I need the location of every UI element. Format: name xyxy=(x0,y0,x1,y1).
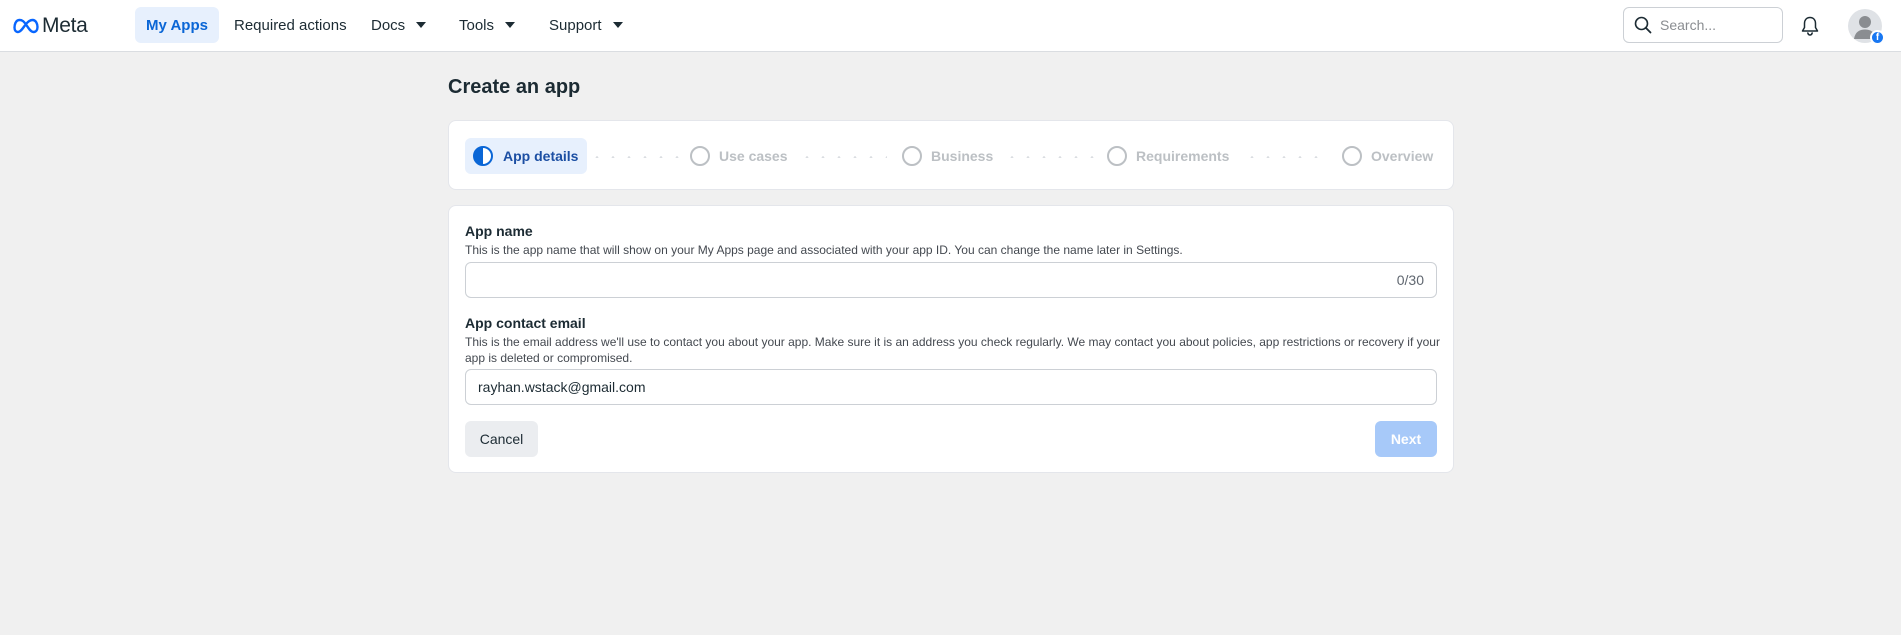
facebook-badge-icon: f xyxy=(1870,30,1885,45)
search-input[interactable] xyxy=(1660,17,1770,33)
nav-label: My Apps xyxy=(146,16,208,34)
app-email-field[interactable] xyxy=(465,369,1437,405)
nav-label: Required actions xyxy=(234,16,347,34)
step-label: Requirements xyxy=(1136,148,1230,164)
step-label: App details xyxy=(503,148,579,164)
empty-circle-icon xyxy=(1107,146,1127,166)
step-label: Business xyxy=(931,148,994,164)
step-overview: Overview xyxy=(1342,138,1433,174)
step-connector xyxy=(1004,156,1094,158)
step-connector xyxy=(799,156,887,158)
app-email-help-text: This is the email address we'll use to c… xyxy=(465,335,1440,365)
cancel-button[interactable]: Cancel xyxy=(465,421,538,457)
next-button[interactable]: Next xyxy=(1375,421,1437,457)
nav-label: Support xyxy=(549,16,602,34)
progress-stepper: App details Use cases Business Requireme… xyxy=(448,120,1454,190)
app-email-input[interactable] xyxy=(478,370,1358,404)
caret-down-icon xyxy=(612,22,623,28)
step-requirements: Requirements xyxy=(1107,138,1229,174)
step-connector xyxy=(1244,156,1326,158)
search-icon xyxy=(1634,16,1652,34)
nav-my-apps[interactable]: My Apps xyxy=(135,7,219,43)
page-title: Create an app xyxy=(448,76,581,98)
nav-docs[interactable]: Docs xyxy=(360,7,437,43)
character-counter: 0/30 xyxy=(1396,272,1424,288)
app-name-label: App name xyxy=(465,223,533,239)
nav-support[interactable]: Support xyxy=(538,7,634,43)
nav-label: Docs xyxy=(371,16,406,34)
step-use-cases: Use cases xyxy=(690,138,788,174)
caret-down-icon xyxy=(416,22,427,28)
search-box[interactable] xyxy=(1623,7,1783,43)
app-details-form: App name This is the app name that will … xyxy=(448,205,1454,473)
step-app-details[interactable]: App details xyxy=(465,138,588,174)
meta-logo[interactable]: Meta xyxy=(13,13,88,39)
step-label: Use cases xyxy=(719,148,788,164)
nav-required-actions[interactable]: Required actions xyxy=(223,7,358,43)
empty-circle-icon xyxy=(1342,146,1362,166)
app-name-field[interactable]: 0/30 xyxy=(465,262,1437,298)
app-email-label: App contact email xyxy=(465,315,586,331)
empty-circle-icon xyxy=(902,146,922,166)
empty-circle-icon xyxy=(690,146,710,166)
nav-tools[interactable]: Tools xyxy=(448,7,526,43)
meta-infinity-icon xyxy=(13,18,39,34)
notifications-bell-icon[interactable] xyxy=(1797,13,1823,39)
top-navigation-bar: Meta My Apps Required actions Docs Tools… xyxy=(0,0,1901,52)
nav-label: Tools xyxy=(459,16,495,34)
step-connector xyxy=(589,156,679,158)
caret-down-icon xyxy=(505,22,516,28)
profile-avatar[interactable]: f xyxy=(1848,9,1885,45)
step-business: Business xyxy=(902,138,993,174)
app-name-input[interactable] xyxy=(478,263,1358,297)
app-name-help-text: This is the app name that will show on y… xyxy=(465,243,1183,257)
logo-text: Meta xyxy=(42,14,88,37)
step-label: Overview xyxy=(1371,148,1434,164)
half-filled-circle-icon xyxy=(472,145,503,167)
